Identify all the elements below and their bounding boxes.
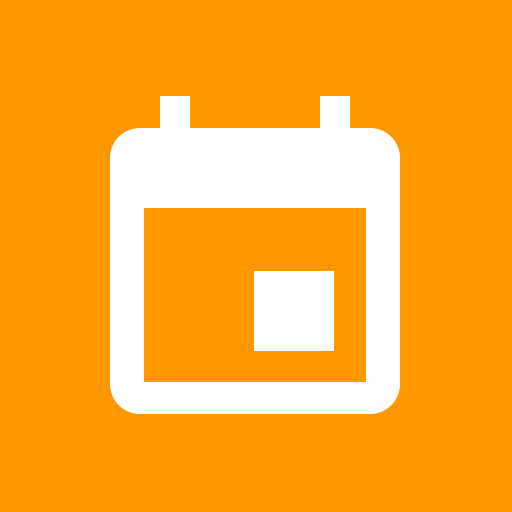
calendar-event-square xyxy=(254,271,334,351)
app-icon-tile[interactable] xyxy=(0,0,512,512)
calendar-event-icon xyxy=(110,96,400,414)
